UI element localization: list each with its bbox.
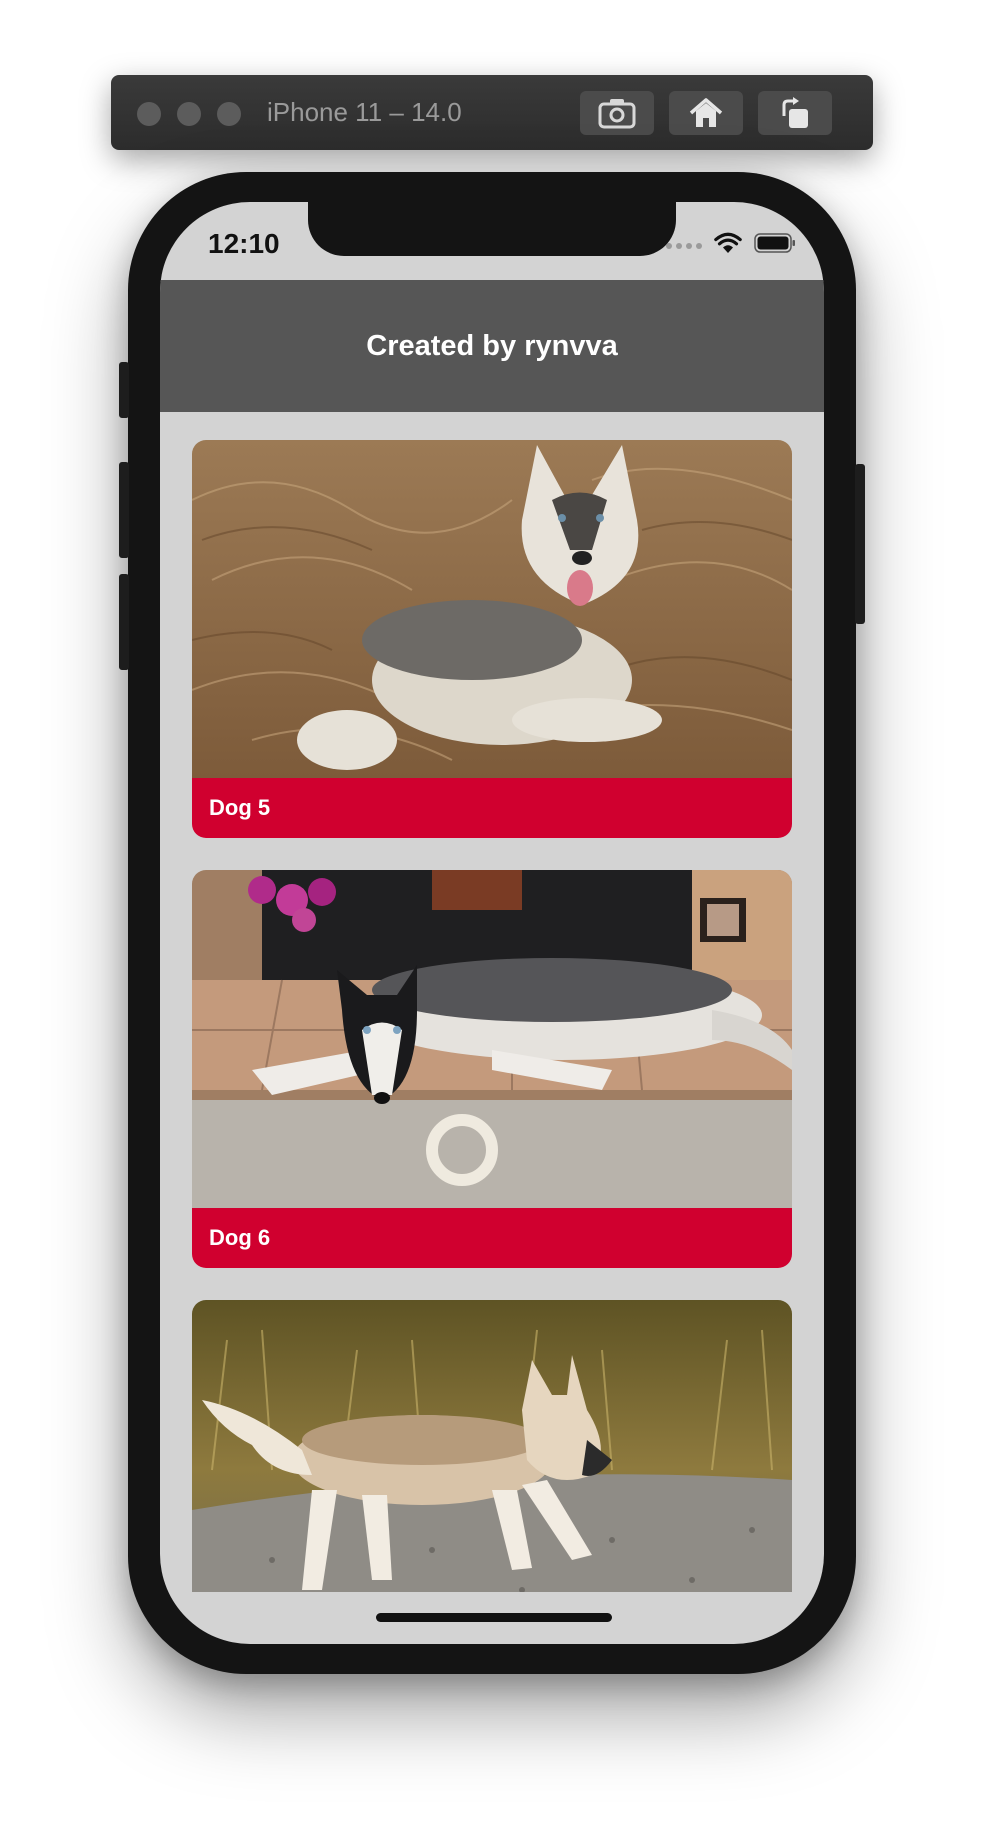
notch: [308, 202, 676, 256]
home-button[interactable]: [669, 91, 743, 135]
power-button: [855, 464, 865, 624]
screenshot-button[interactable]: [580, 91, 654, 135]
home-indicator[interactable]: [376, 1613, 612, 1622]
simulator-toolbar: iPhone 11 – 14.0: [111, 75, 873, 150]
iphone-device: 12:10 Created by rynvva Dog 5 Dog 6: [119, 172, 865, 1674]
nav-title: Created by rynvva: [366, 329, 618, 362]
rotate-icon: [778, 96, 812, 130]
dog-card[interactable]: Dog 5: [192, 440, 792, 838]
dog-caption: Dog 6: [192, 1208, 792, 1268]
dog-card[interactable]: Dog 6: [192, 870, 792, 1268]
simulator-title: iPhone 11 – 14.0: [267, 97, 462, 127]
battery-icon: [754, 233, 796, 258]
dog-list[interactable]: Dog 5 Dog 6: [160, 412, 824, 1592]
status-icons: [666, 232, 796, 259]
dog-caption: Dog 5: [192, 778, 792, 838]
dog-card[interactable]: [192, 1300, 792, 1592]
dog-photo: [192, 1300, 792, 1592]
mute-switch: [119, 362, 129, 418]
volume-down-button: [119, 574, 129, 670]
screenshot-icon: [598, 97, 636, 129]
wifi-icon: [714, 232, 742, 259]
home-icon: [688, 97, 724, 129]
dog-photo: [192, 870, 792, 1208]
dog-photo: [192, 440, 792, 778]
zoom-window-button[interactable]: [217, 102, 241, 126]
phone-screen: 12:10 Created by rynvva Dog 5 Dog 6: [160, 202, 824, 1644]
rotate-button[interactable]: [758, 91, 832, 135]
navigation-bar: Created by rynvva: [160, 280, 824, 412]
close-window-button[interactable]: [137, 102, 161, 126]
status-time: 12:10: [208, 228, 280, 259]
cellular-signal-icon: [666, 242, 702, 249]
minimize-window-button[interactable]: [177, 102, 201, 126]
volume-up-button: [119, 462, 129, 558]
